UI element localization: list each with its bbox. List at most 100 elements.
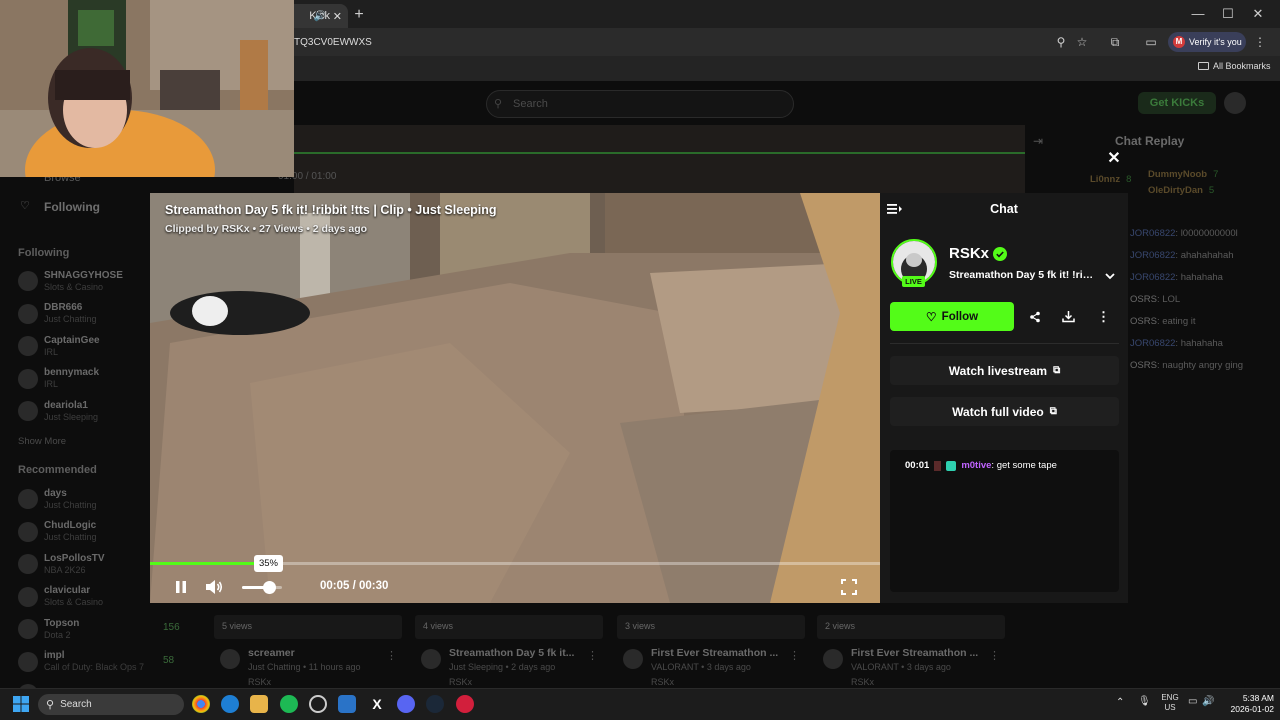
volume-icon[interactable] — [204, 578, 224, 596]
sidebar-channel[interactable]: LosPollosTV NBA 2K26 — [18, 549, 168, 579]
sidebar-channel[interactable]: impl Call of Duty: Black Ops 7 58 — [18, 647, 174, 677]
watch-livestream-label: Watch livestream — [948, 363, 1048, 378]
close-window-icon[interactable]: ✕ — [1249, 6, 1267, 22]
kebab-menu-icon: ⋮ — [1097, 308, 1110, 324]
obs-icon[interactable] — [309, 695, 327, 713]
close-modal-icon[interactable]: ✕ — [1107, 151, 1121, 167]
mic-icon[interactable]: 🎙 — [1138, 696, 1151, 707]
sidebar-channel[interactable]: deariola1 Just Sleeping — [18, 396, 168, 426]
bookmark-star-icon[interactable]: ☆ — [1073, 33, 1091, 51]
sidebar-channel[interactable]: DBR666 Just Chatting — [18, 299, 168, 329]
channel-category: Just Chatting — [44, 532, 97, 542]
minimize-icon[interactable]: — — [1189, 6, 1207, 22]
sidebar-channel[interactable]: bennymack IRL — [18, 364, 168, 394]
verify-profile-button[interactable]: M Verify it's you — [1168, 32, 1246, 52]
tab-close-icon[interactable]: ✕ — [333, 10, 342, 23]
extensions-icon[interactable]: ⧉ — [1106, 33, 1124, 51]
sidebar-following[interactable]: Following — [44, 200, 100, 214]
bg-chat-user: Li0nnz 8 — [1090, 174, 1131, 185]
all-bookmarks-button[interactable]: All Bookmarks — [1198, 61, 1271, 71]
chrome-icon[interactable] — [192, 695, 210, 713]
app-icon[interactable] — [456, 695, 474, 713]
follow-button[interactable]: ♡ Follow — [890, 302, 1014, 331]
watch-full-video-button[interactable]: Watch full video ⧉ — [890, 397, 1119, 426]
kebab-menu-icon[interactable]: ⋮ — [789, 649, 800, 662]
channel-category: Just Sleeping — [44, 411, 99, 422]
language-indicator[interactable]: ENG US — [1159, 693, 1181, 713]
fullscreen-icon[interactable] — [841, 579, 857, 595]
x-app-icon[interactable]: X — [368, 695, 386, 713]
bg-chat-text: : hahahaha — [1175, 338, 1223, 349]
bg-chat-message: OSRS: LOL — [1130, 294, 1180, 305]
get-kicks-button[interactable]: Get KICKs — [1138, 92, 1216, 114]
verified-icon — [993, 247, 1007, 261]
maximize-icon[interactable]: ☐ — [1219, 6, 1237, 22]
tab-audio-icon[interactable]: 🔊 — [314, 11, 326, 22]
network-icon[interactable]: ▭ — [1188, 696, 1197, 707]
zoom-icon[interactable]: ⚲ — [1052, 33, 1070, 51]
bg-chat-message: JOR06822: hahahaha — [1130, 272, 1223, 283]
channel-name[interactable]: RSKx — [949, 245, 989, 262]
heart-icon: ♡ — [20, 200, 30, 212]
clip-views: 2 views — [825, 621, 856, 631]
sidebar-channel[interactable]: days Just Chatting — [18, 484, 168, 514]
clip-card[interactable]: 5 views screamer Just Chatting • 11 hours … — [214, 615, 404, 687]
more-options-button[interactable]: ⋮ — [1089, 302, 1118, 331]
url-field[interactable]: TQ3CV0EWWXS — [290, 32, 1100, 54]
user-avatar[interactable] — [1224, 92, 1246, 114]
gift-badge-icon — [946, 460, 957, 471]
clip-card[interactable]: 3 views First Ever Streamathon ... VALORAN… — [617, 615, 807, 687]
windows-start-icon[interactable] — [13, 696, 29, 712]
clip-video[interactable] — [150, 193, 880, 603]
steam-icon[interactable] — [426, 695, 444, 713]
app-icon[interactable] — [338, 695, 356, 713]
cast-icon[interactable]: ▭ — [1142, 33, 1160, 51]
clock[interactable]: 5:38 AM 2026-01-02 — [1222, 693, 1274, 715]
bg-chat-user: DummyNoob 7 — [1148, 169, 1218, 180]
bg-chat-text: 7 — [1213, 169, 1219, 180]
taskbar-search-label: Search — [60, 699, 92, 710]
clip-title[interactable]: Streamathon Day 5 fk it... — [449, 647, 574, 659]
file-explorer-icon[interactable] — [250, 695, 268, 713]
sidebar-channel[interactable]: SHNAGGYHOSE Slots & Casino — [18, 266, 168, 296]
edge-icon[interactable] — [221, 695, 239, 713]
channel-info: clavicular Slots & Casino — [44, 585, 103, 608]
kebab-menu-icon[interactable]: ⋮ — [587, 649, 598, 662]
spotify-icon[interactable] — [280, 695, 298, 713]
chevron-down-icon[interactable] — [1104, 270, 1116, 282]
clip-card[interactable]: 4 views Streamathon Day 5 fk it... Just Sl… — [415, 615, 605, 687]
taskbar-search[interactable]: ⚲ Search — [38, 694, 184, 715]
sidebar-channel[interactable]: CaptainGee IRL — [18, 331, 168, 361]
all-bookmarks-label: All Bookmarks — [1213, 61, 1271, 71]
kebab-menu-icon[interactable]: ⋮ — [989, 649, 1000, 662]
channel-name: SHNAGGYHOSE — [44, 269, 123, 281]
new-tab-button[interactable]: + — [350, 6, 368, 24]
chevron-up-icon[interactable]: ⌃ — [1116, 697, 1124, 708]
channel-category: IRL — [44, 379, 59, 389]
show-more-link[interactable]: Show More — [18, 436, 66, 447]
clip-title[interactable]: screamer — [248, 647, 295, 659]
watch-livestream-button[interactable]: Watch livestream ⧉ — [890, 356, 1119, 385]
kebab-menu-icon[interactable]: ⋮ — [386, 649, 397, 662]
avatar — [18, 303, 38, 324]
channel-info: ChudLogic Just Chatting — [44, 520, 97, 543]
stream-title: Streamathon Day 5 fk it! !ribbit !tts — [949, 269, 1099, 281]
webcam-overlay — [0, 0, 294, 177]
sidebar-channel[interactable]: ChudLogic Just Chatting — [18, 517, 168, 547]
sidebar-channel[interactable]: Topson Dota 2 156 — [18, 614, 180, 644]
collapse-icon[interactable]: ⇥ — [1033, 134, 1043, 148]
pause-icon[interactable] — [172, 578, 190, 596]
discord-icon[interactable] — [397, 695, 415, 713]
browser-menu-icon[interactable]: ⋮ — [1251, 33, 1269, 51]
download-button[interactable] — [1054, 302, 1083, 331]
channel-name: DBR666 — [44, 302, 83, 313]
clip-card[interactable]: 2 views First Ever Streamathon ... VALORAN… — [817, 615, 1007, 687]
volume-knob[interactable] — [263, 581, 276, 594]
sidebar-channel[interactable]: clavicular Slots & Casino — [18, 582, 168, 612]
speaker-icon[interactable]: 🔊 — [1202, 696, 1214, 707]
clip-title[interactable]: First Ever Streamathon ... — [651, 647, 778, 659]
kick-search-input[interactable]: Search — [486, 90, 794, 118]
clip-title[interactable]: First Ever Streamathon ... — [851, 647, 978, 659]
share-button[interactable] — [1020, 302, 1049, 331]
message-user[interactable]: m0tive — [961, 460, 991, 471]
